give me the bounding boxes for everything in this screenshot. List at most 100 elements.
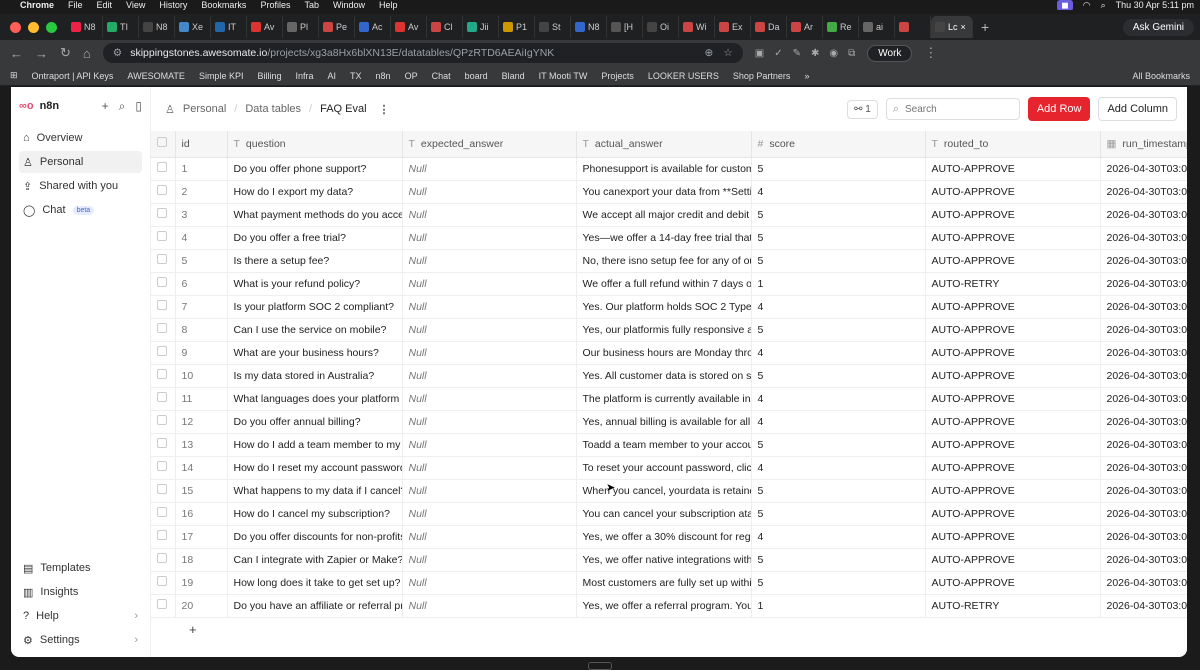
site-info-icon[interactable]: ⚙ [113, 47, 122, 59]
sidebar-item-templates[interactable]: ▤ Templates [19, 557, 142, 579]
extension-icon[interactable]: ▣ [755, 48, 764, 59]
cell-score[interactable]: 5 [751, 548, 926, 572]
cell-run-timestamp[interactable]: 2026-04-30T03:0 [1100, 548, 1187, 572]
browser-tab[interactable]: Jii [463, 16, 499, 38]
page-title[interactable]: FAQ Eval [320, 103, 366, 115]
column-header-expected-answer[interactable]: Texpected_answer [402, 131, 577, 158]
bookmarks-overflow-icon[interactable]: » [804, 71, 809, 81]
browser-tab[interactable]: Ac [355, 16, 391, 38]
cell-question[interactable]: How do I reset my account password? [227, 456, 403, 480]
table-row[interactable]: 11What languages does your platform supp… [151, 387, 1187, 411]
cell-id[interactable]: 11 [175, 387, 228, 411]
cell-score[interactable]: 5 [751, 249, 926, 273]
cell-actual-answer[interactable]: Phonesupport is available for customers [576, 157, 752, 181]
browser-tab[interactable]: [H [607, 16, 643, 38]
sidebar-item-settings[interactable]: ⚙ Settings › [19, 629, 142, 651]
cell-routed-to[interactable]: AUTO-APPROVE [925, 571, 1101, 595]
bookmark-item[interactable]: Projects [601, 71, 634, 81]
cell-id[interactable]: 7 [175, 295, 228, 319]
cell-question[interactable]: What are your business hours? [227, 341, 403, 365]
status-app-icon[interactable]: ◼ [1057, 0, 1073, 10]
cell-actual-answer[interactable]: Yes, we offer a referral program. You ca… [576, 594, 752, 618]
bookmark-item[interactable]: All Bookmarks [1132, 71, 1190, 81]
cell-run-timestamp[interactable]: 2026-04-30T03:0 [1100, 157, 1187, 181]
column-header-actual-answer[interactable]: Tactual_answer [576, 131, 752, 158]
close-window-button[interactable] [10, 21, 21, 33]
row-checkbox[interactable] [157, 507, 167, 517]
minimize-window-button[interactable] [28, 21, 39, 33]
cell-run-timestamp[interactable]: 2026-04-30T03:0 [1100, 364, 1187, 388]
menu-window[interactable]: Window [333, 0, 365, 10]
add-column-button[interactable]: Add Column [1098, 97, 1177, 121]
cell-run-timestamp[interactable]: 2026-04-30T03:0 [1100, 318, 1187, 342]
cell-run-timestamp[interactable]: 2026-04-30T03:0 [1100, 410, 1187, 434]
browser-tab[interactable]: Av [391, 16, 427, 38]
more-options-icon[interactable]: ⋮ [379, 103, 390, 116]
cell-id[interactable]: 5 [175, 249, 228, 273]
cell-score[interactable]: 1 [751, 594, 926, 618]
cell-score[interactable]: 4 [751, 341, 926, 365]
column-header-id[interactable]: id [175, 131, 228, 158]
add-row-button[interactable]: Add Row [1027, 97, 1091, 121]
cell-routed-to[interactable]: AUTO-APPROVE [925, 180, 1101, 204]
bookmark-item[interactable]: Infra [295, 71, 313, 81]
profile-button[interactable]: Work [867, 44, 913, 62]
table-row[interactable]: 3 What payment methods do you accept? Null… [151, 203, 1187, 227]
ask-gemini-button[interactable]: Ask Gemini [1122, 18, 1194, 36]
browser-tab[interactable]: Lc × [931, 16, 973, 38]
cell-routed-to[interactable]: AUTO-APPROVE [925, 318, 1101, 342]
cell-score[interactable]: 4 [751, 410, 926, 434]
cell-question[interactable]: Can I use the service on mobile? [227, 318, 403, 342]
sidebar-item-shared[interactable]: ⇪ Shared with you [19, 175, 142, 197]
cell-expected-answer[interactable]: Null [402, 341, 577, 365]
bookmark-item[interactable]: TX [350, 71, 362, 81]
cell-score[interactable]: 5 [751, 203, 926, 227]
cell-routed-to[interactable]: AUTO-APPROVE [925, 364, 1101, 388]
browser-tab[interactable]: Ex [715, 16, 751, 38]
cell-score[interactable]: 5 [751, 433, 926, 457]
table-row[interactable]: 4 Do you offer a free trial? Null Yes—we of… [151, 226, 1187, 250]
cell-question[interactable]: What happens to my data if I cancel? [227, 479, 403, 503]
cell-actual-answer[interactable]: Most customers are fully set up within1-… [576, 571, 752, 595]
cell-routed-to[interactable]: AUTO-APPROVE [925, 410, 1101, 434]
table-row[interactable]: 15 What happens to my data if I cancel? Nu… [151, 479, 1187, 503]
cell-actual-answer[interactable]: When you cancel, yourdata is retained fo… [576, 479, 752, 503]
n8n-logo-icon[interactable]: ∞o [19, 100, 34, 112]
cell-actual-answer[interactable]: We offer a full refund within 7 days of … [576, 272, 752, 296]
cell-run-timestamp[interactable]: 2026-04-30T03:0 [1100, 525, 1187, 549]
cell-routed-to[interactable]: AUTO-APPROVE [925, 387, 1101, 411]
cell-expected-answer[interactable]: Null [402, 226, 577, 250]
cell-actual-answer[interactable]: Yes, annual billing is available for all… [576, 410, 752, 434]
cell-actual-answer[interactable]: Toadd a team member to your account, go [576, 433, 752, 457]
browser-tab[interactable]: Ar [787, 16, 823, 38]
table-row[interactable]: 6 What is your refund policy? Null We offer… [151, 272, 1187, 296]
cell-run-timestamp[interactable]: 2026-04-30T03:0 [1100, 502, 1187, 526]
cell-id[interactable]: 9 [175, 341, 228, 365]
cell-score[interactable]: 4 [751, 295, 926, 319]
cell-score[interactable]: 4 [751, 387, 926, 411]
extensions-puzzle-icon[interactable]: ⧉ [848, 48, 855, 59]
browser-tab[interactable]: Pe [319, 16, 355, 38]
back-icon[interactable]: ← [10, 46, 23, 61]
cell-run-timestamp[interactable]: 2026-04-30T03:0 [1100, 180, 1187, 204]
bookmark-star-icon[interactable]: ☆ [723, 47, 732, 59]
cell-actual-answer[interactable]: No, there isno setup fee for any of our … [576, 249, 752, 273]
sidebar-item-overview[interactable]: ⌂ Overview [19, 127, 142, 149]
extension-icon[interactable]: ✱ [811, 48, 819, 59]
cell-actual-answer[interactable]: The platform is currently available in E… [576, 387, 752, 411]
table-row[interactable]: 10 Is my data stored in Australia? Null Yes… [151, 364, 1187, 388]
cell-score[interactable]: 5 [751, 571, 926, 595]
cell-routed-to[interactable]: AUTO-APPROVE [925, 502, 1101, 526]
reload-icon[interactable]: ↻ [60, 45, 71, 61]
cell-routed-to[interactable]: AUTO-APPROVE [925, 203, 1101, 227]
cell-expected-answer[interactable]: Null [402, 318, 577, 342]
cell-expected-answer[interactable]: Null [402, 548, 577, 572]
cell-question[interactable]: Is your platform SOC 2 compliant? [227, 295, 403, 319]
cell-question[interactable]: Do you offer phone support? [227, 157, 403, 181]
sidebar-item-insights[interactable]: ▥ Insights [19, 581, 142, 603]
cell-actual-answer[interactable]: To reset your account password, click th… [576, 456, 752, 480]
cell-routed-to[interactable]: AUTO-APPROVE [925, 295, 1101, 319]
row-checkbox[interactable] [157, 553, 167, 563]
browser-tab[interactable]: Oi [643, 16, 679, 38]
browser-tab[interactable]: ai [859, 16, 895, 38]
